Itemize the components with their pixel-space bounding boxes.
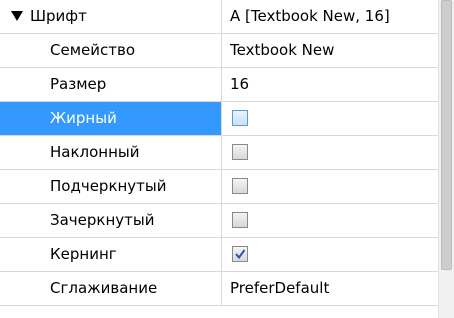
property-value: PreferDefault bbox=[230, 279, 330, 297]
property-name-cell[interactable]: Сглаживание bbox=[0, 272, 222, 305]
property-value: A [Textbook New, 16] bbox=[230, 7, 390, 25]
property-value-cell[interactable] bbox=[222, 204, 438, 237]
bold-checkbox[interactable] bbox=[232, 110, 248, 126]
property-row-font[interactable]: Шрифт A [Textbook New, 16] bbox=[0, 0, 438, 34]
property-label: Размер bbox=[50, 75, 107, 93]
property-row-underline[interactable]: Подчеркнутый bbox=[0, 170, 438, 204]
property-name-cell[interactable]: Наклонный bbox=[0, 136, 222, 169]
property-value-cell[interactable]: A [Textbook New, 16] bbox=[222, 0, 438, 33]
property-label: Сглаживание bbox=[50, 279, 158, 297]
property-label: Наклонный bbox=[50, 143, 140, 161]
property-row-strikeout[interactable]: Зачеркнутый bbox=[0, 204, 438, 238]
property-row-bold[interactable]: Жирный bbox=[0, 102, 438, 136]
scrollbar-thumb[interactable] bbox=[441, 0, 452, 270]
property-row-antialiasing[interactable]: Сглаживание PreferDefault bbox=[0, 272, 438, 306]
property-value-cell[interactable]: PreferDefault bbox=[222, 272, 438, 305]
property-value-cell[interactable]: Textbook New bbox=[222, 34, 438, 67]
property-name-cell[interactable]: Жирный bbox=[0, 102, 222, 135]
property-value-cell[interactable]: 16 bbox=[222, 68, 438, 101]
property-label: Зачеркнутый bbox=[50, 211, 155, 229]
property-label: Подчеркнутый bbox=[50, 177, 167, 195]
italic-checkbox[interactable] bbox=[232, 144, 248, 160]
property-row-italic[interactable]: Наклонный bbox=[0, 136, 438, 170]
property-name-cell[interactable]: Зачеркнутый bbox=[0, 204, 222, 237]
property-name-cell[interactable]: Подчеркнутый bbox=[0, 170, 222, 203]
kerning-checkbox[interactable] bbox=[232, 246, 248, 262]
checkmark-icon bbox=[235, 249, 246, 260]
property-row-family[interactable]: Семейство Textbook New bbox=[0, 34, 438, 68]
underline-checkbox[interactable] bbox=[232, 178, 248, 194]
property-label: Жирный bbox=[50, 109, 117, 127]
property-name-cell[interactable]: Шрифт bbox=[0, 0, 222, 33]
property-name-cell[interactable]: Семейство bbox=[0, 34, 222, 67]
property-label: Кернинг bbox=[50, 245, 117, 263]
property-label: Шрифт bbox=[30, 7, 87, 25]
property-row-kerning[interactable]: Кернинг bbox=[0, 238, 438, 272]
property-name-cell[interactable]: Размер bbox=[0, 68, 222, 101]
property-value-cell[interactable] bbox=[222, 136, 438, 169]
property-value: Textbook New bbox=[230, 41, 335, 59]
vertical-scrollbar[interactable] bbox=[438, 0, 454, 318]
property-name-cell[interactable]: Кернинг bbox=[0, 238, 222, 271]
property-grid: Шрифт A [Textbook New, 16] Семейство Tex… bbox=[0, 0, 438, 318]
property-value-cell[interactable] bbox=[222, 102, 438, 135]
property-row-size[interactable]: Размер 16 bbox=[0, 68, 438, 102]
property-value-cell[interactable] bbox=[222, 170, 438, 203]
collapse-triangle-icon[interactable] bbox=[11, 11, 23, 21]
property-value-cell[interactable] bbox=[222, 238, 438, 271]
property-label: Семейство bbox=[50, 41, 135, 59]
property-value: 16 bbox=[230, 75, 250, 93]
strikeout-checkbox[interactable] bbox=[232, 212, 248, 228]
